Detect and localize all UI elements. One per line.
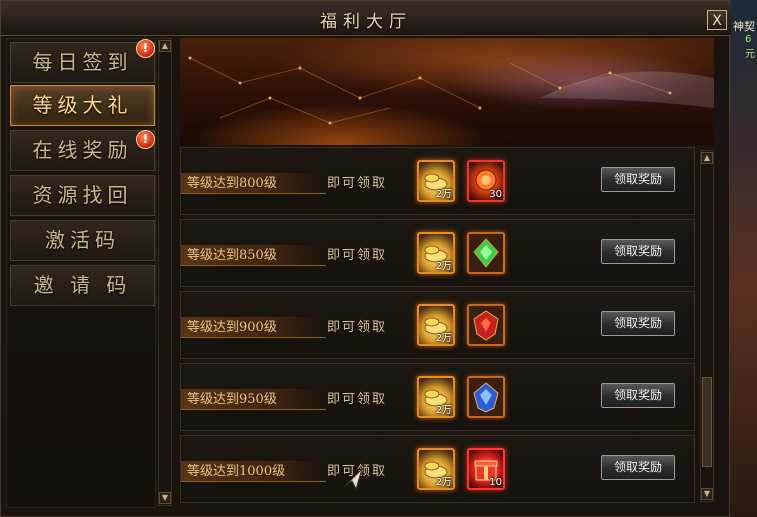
green-crystal-icon[interactable] [467,232,505,274]
reward-row: 等级达到1000级 即可领取 2万 10 领取奖励 [180,435,695,503]
claim-reward-button[interactable]: 领取奖励 [601,167,675,192]
window-title: 福利大厅 [320,12,412,32]
gold-ingot-icon[interactable]: 2万 [417,448,455,490]
reward-hint: 即可领取 [327,392,388,407]
sidebar: 每日签到 等级大礼 在线奖励 资源找回 激活码 邀 请 码 [6,38,156,508]
title-bar[interactable]: 福利大厅 X [1,1,731,36]
claim-reward-button[interactable]: 领取奖励 [601,455,675,480]
reward-hint: 即可领取 [327,248,388,263]
reward-list: 等级达到800级 即可领取 2万 30 领取奖励 等级达到850级 即可领取 2… [180,147,698,507]
claim-reward-button[interactable]: 领取奖励 [601,383,675,408]
gold-ingot-icon[interactable]: 2万 [417,304,455,346]
reward-row: 等级达到800级 即可领取 2万 30 领取奖励 [180,147,695,215]
item-quantity: 2万 [435,477,452,488]
online-reward-alert-icon: ! [136,130,155,149]
scroll-up-icon[interactable]: ▲ [701,152,713,164]
reward-condition: 等级达到900级 [181,317,326,338]
red-shield-icon[interactable] [467,304,505,346]
sidebar-item-invite-code[interactable]: 邀 请 码 [10,265,155,306]
reward-row: 等级达到900级 即可领取 2万 领取奖励 [180,291,695,359]
gift-box-icon[interactable]: 10 [467,448,505,490]
claim-reward-button[interactable]: 领取奖励 [601,239,675,264]
sidebar-scrollbar[interactable]: ▲ ▼ [158,38,172,506]
close-button[interactable]: X [707,10,727,30]
gold-ingot-icon[interactable]: 2万 [417,160,455,202]
scroll-thumb[interactable] [702,377,712,467]
reward-hint: 即可领取 [327,320,388,335]
item-quantity: 2万 [435,261,452,272]
blue-crystal-icon[interactable] [467,376,505,418]
gold-ingot-icon[interactable]: 2万 [417,376,455,418]
scroll-down-icon[interactable]: ▼ [159,492,171,504]
item-quantity: 2万 [435,405,452,416]
scroll-up-icon[interactable]: ▲ [159,40,171,52]
item-quantity: 2万 [435,189,452,200]
reward-condition: 等级达到1000级 [181,461,326,482]
background-player-level: 6元 [745,34,755,60]
sidebar-item-daily-checkin[interactable]: 每日签到 [10,42,155,83]
sidebar-item-online-reward[interactable]: 在线奖励 [10,130,155,171]
reward-row: 等级达到850级 即可领取 2万 领取奖励 [180,219,695,287]
reward-condition: 等级达到950级 [181,389,326,410]
red-gem-icon[interactable]: 30 [467,160,505,202]
daily-checkin-alert-icon: ! [136,39,155,58]
item-quantity: 30 [489,189,502,200]
item-quantity: 2万 [435,333,452,344]
banner-constellation-decoration [188,56,714,125]
claim-reward-button[interactable]: 领取奖励 [601,311,675,336]
sidebar-item-level-gift[interactable]: 等级大礼 [10,85,155,126]
sidebar-item-resource-recovery[interactable]: 资源找回 [10,175,155,216]
sidebar-item-activation-code[interactable]: 激活码 [10,220,155,261]
background-player-name: 神契 [733,20,755,33]
mouse-cursor-icon [343,468,363,491]
scroll-down-icon[interactable]: ▼ [701,488,713,500]
level-gift-banner [180,38,714,145]
reward-condition: 等级达到800级 [181,173,326,194]
item-quantity: 10 [489,477,502,488]
reward-list-scrollbar[interactable]: ▲ ▼ [700,150,714,502]
reward-condition: 等级达到850级 [181,245,326,266]
reward-row: 等级达到950级 即可领取 2万 领取奖励 [180,363,695,431]
reward-hint: 即可领取 [327,176,388,191]
gold-ingot-icon[interactable]: 2万 [417,232,455,274]
